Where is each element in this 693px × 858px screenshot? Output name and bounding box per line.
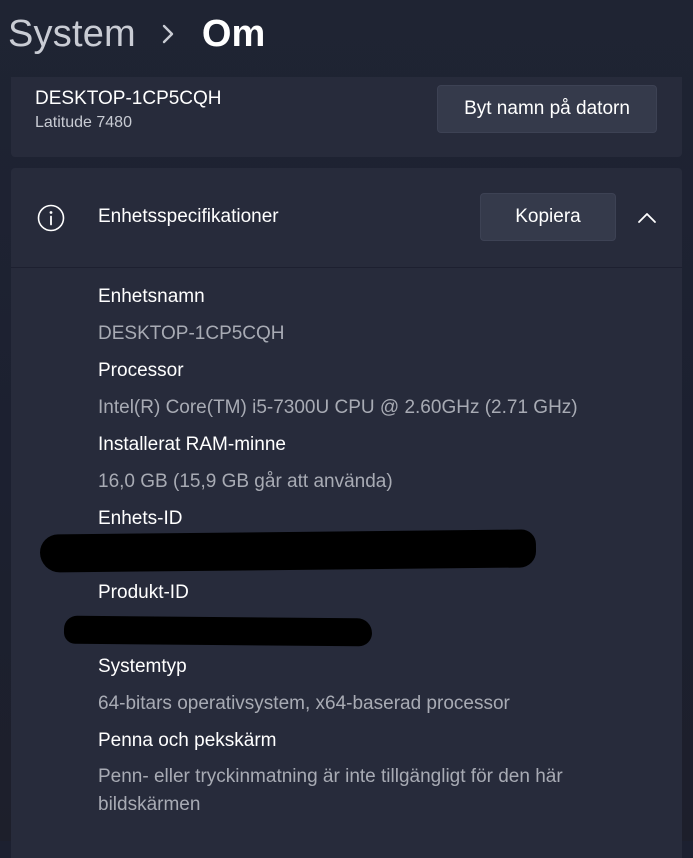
spec-value-ram: 16,0 GB (15,9 GB går att använda) — [98, 471, 393, 492]
device-name: DESKTOP-1CP5CQH — [35, 88, 222, 109]
device-specifications-card: Enhetsspecifikationer Kopiera Enhetsnamn… — [11, 168, 682, 858]
redaction-mark-device-id — [39, 529, 537, 573]
device-specifications-header[interactable]: Enhetsspecifikationer Kopiera — [11, 168, 682, 268]
spec-label-pen-touch: Penna och pekskärm — [98, 730, 277, 751]
redaction-mark-product-id — [63, 615, 373, 647]
spec-label-device-name: Enhetsnamn — [98, 286, 205, 307]
device-card: DESKTOP-1CP5CQH Latitude 7480 Byt namn p… — [11, 77, 682, 157]
breadcrumb-system-link[interactable]: System — [8, 13, 136, 56]
spec-label-ram: Installerat RAM-minne — [98, 434, 286, 455]
page-title: Om — [201, 12, 266, 55]
spec-value-pen-touch: Penn- eller tryckinmatning är inte tillg… — [98, 766, 563, 815]
breadcrumb: System Om — [8, 8, 265, 60]
rename-pc-button[interactable]: Byt namn på datorn — [437, 85, 657, 133]
spec-label-processor: Processor — [98, 360, 184, 381]
info-icon — [36, 203, 66, 233]
spec-value-system-type: 64-bitars operativsystem, x64-baserad pr… — [98, 693, 510, 714]
chevron-right-icon — [148, 15, 188, 53]
copy-button[interactable]: Kopiera — [480, 193, 616, 241]
device-specifications-title: Enhetsspecifikationer — [98, 206, 279, 227]
spec-value-processor: Intel(R) Core(TM) i5-7300U CPU @ 2.60GHz… — [98, 397, 578, 418]
spec-label-system-type: Systemtyp — [98, 656, 187, 677]
chevron-up-icon[interactable] — [633, 204, 661, 232]
spec-value-device-name: DESKTOP-1CP5CQH — [98, 323, 285, 344]
device-model: Latitude 7480 — [35, 114, 132, 131]
spec-label-product-id: Produkt-ID — [98, 582, 189, 603]
